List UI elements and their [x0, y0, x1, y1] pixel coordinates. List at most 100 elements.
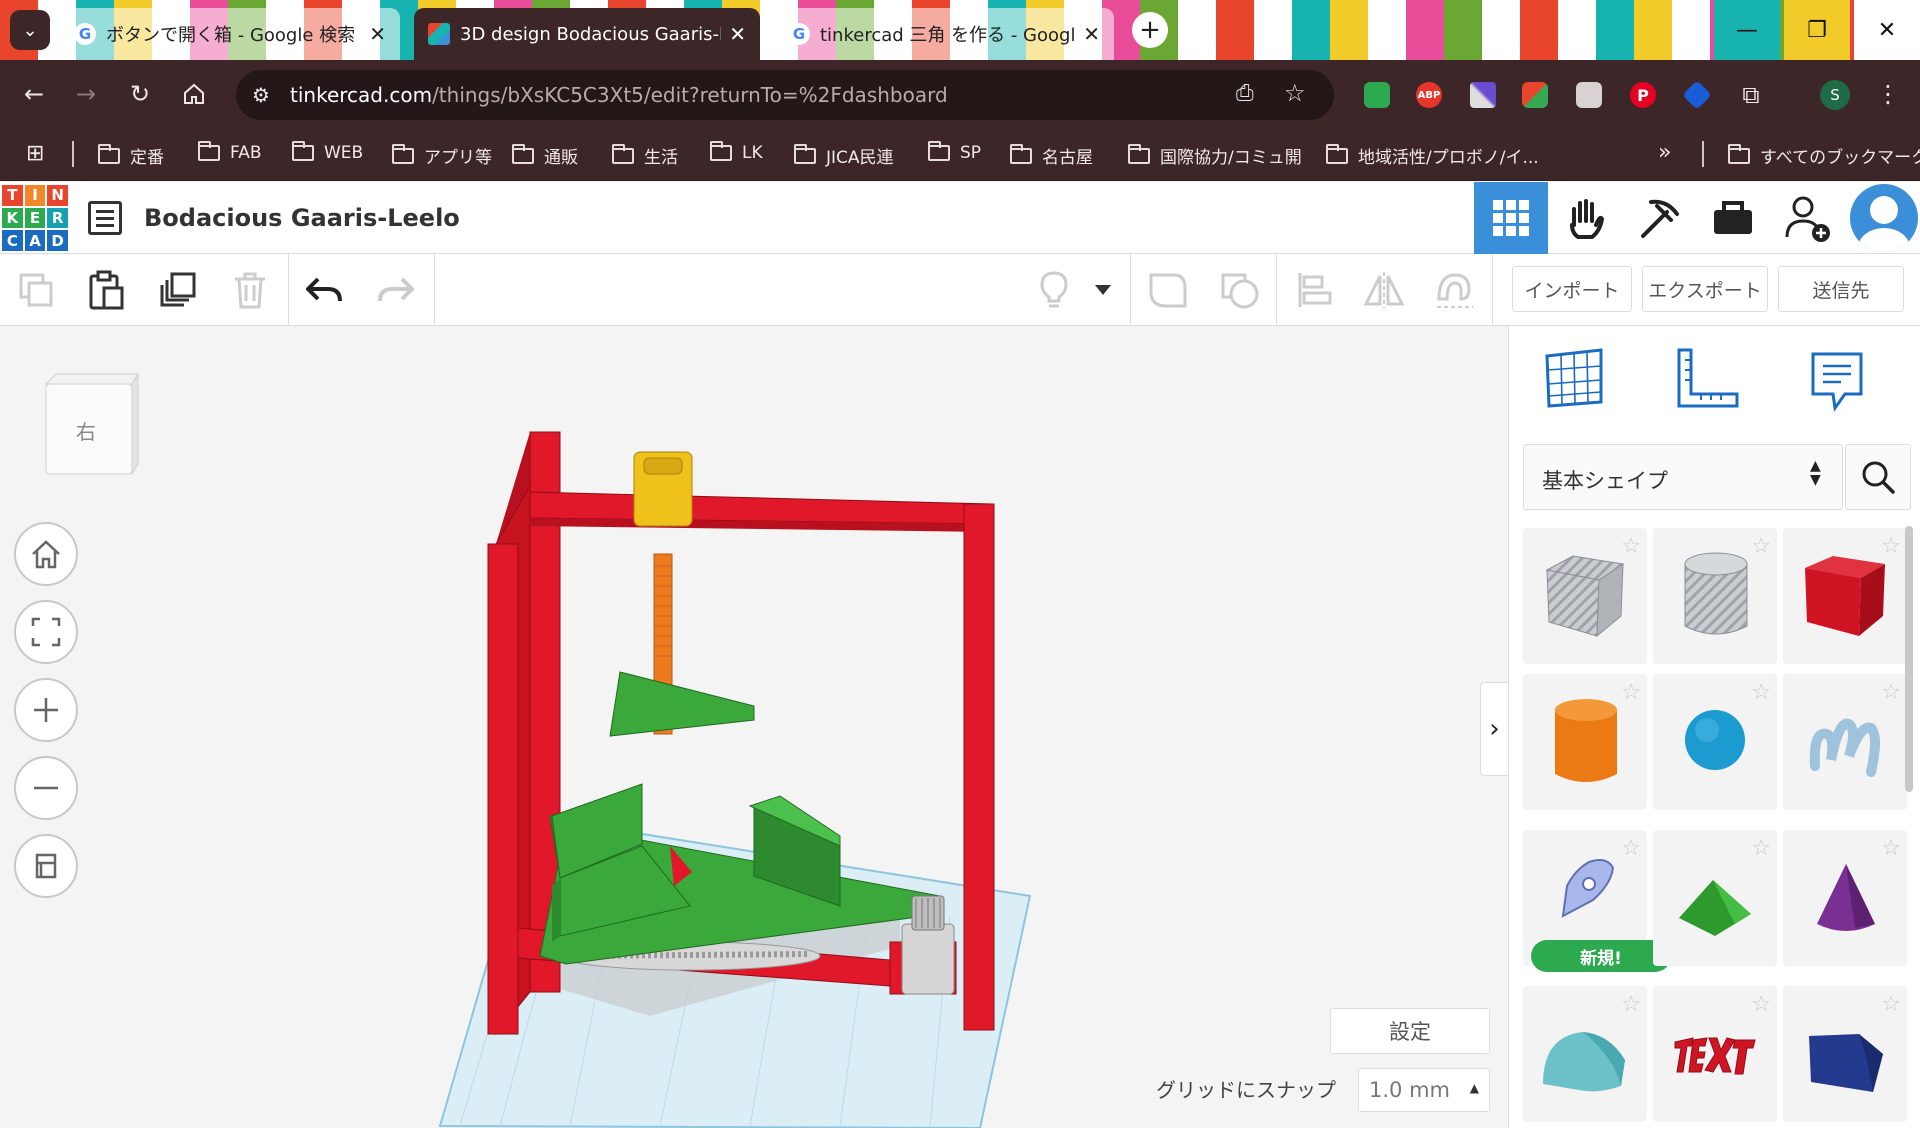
tinkercad-logo[interactable]: T I N K E R C A D	[2, 185, 68, 251]
apps-grid-icon[interactable]: ⊞	[26, 141, 44, 166]
sim-lab-button[interactable]	[1696, 182, 1770, 254]
close-tab-icon[interactable]: ✕	[729, 22, 746, 46]
perspective-toggle-button[interactable]	[14, 834, 78, 898]
panel-scrollbar[interactable]	[1905, 526, 1913, 792]
bookmark-item[interactable]: 地域活性/プロボノ/イ...	[1326, 143, 1539, 168]
site-info-icon[interactable]: ⚙	[252, 83, 270, 107]
yellow-knob[interactable]	[633, 451, 693, 527]
view-cube[interactable]: 右	[40, 372, 140, 476]
design-list-icon[interactable]	[88, 201, 122, 235]
shape-box-hole[interactable]: ☆	[1523, 528, 1647, 664]
bookmark-item[interactable]: 生活	[612, 143, 678, 168]
profile-avatar[interactable]: S	[1820, 80, 1850, 110]
bookmark-item[interactable]: 名古屋	[1010, 143, 1093, 168]
favorite-star-icon[interactable]: ☆	[1621, 836, 1641, 861]
adblock-extension-icon[interactable]: ABP	[1416, 82, 1442, 108]
shape-box[interactable]: ☆	[1783, 528, 1907, 664]
copy-button[interactable]	[14, 268, 58, 312]
bookmark-star-icon[interactable]: ☆	[1284, 79, 1306, 107]
install-app-icon[interactable]: ⎙	[1236, 81, 1254, 106]
shape-category-select[interactable]: 基本シェイプ ▲ ▼	[1523, 444, 1843, 510]
duplicate-button[interactable]	[156, 268, 200, 312]
bookmark-item[interactable]: LK	[710, 141, 763, 163]
bookmark-item[interactable]: SP	[928, 141, 981, 163]
evernote-extension-icon[interactable]	[1364, 82, 1390, 108]
delete-button[interactable]	[228, 268, 272, 312]
redo-button[interactable]	[374, 268, 418, 312]
design-title[interactable]: Bodacious Gaaris-Leelo	[144, 204, 460, 232]
favorite-star-icon[interactable]: ☆	[1621, 992, 1641, 1017]
restore-button[interactable]: ❐	[1784, 0, 1850, 60]
bookmark-item[interactable]: FAB	[198, 141, 262, 163]
extensions-puzzle-icon[interactable]: ⧉	[1738, 82, 1764, 108]
shape-sphere[interactable]: ☆	[1653, 674, 1777, 810]
shape-cylinder[interactable]: ☆	[1523, 674, 1647, 810]
undo-button[interactable]	[302, 268, 346, 312]
notes-dropdown[interactable]	[1088, 268, 1118, 312]
back-button[interactable]: ←	[14, 74, 54, 114]
printer-extension-icon[interactable]	[1576, 82, 1602, 108]
shape-pen[interactable]: ☆ 新規!	[1523, 830, 1671, 972]
ungroup-button[interactable]	[1218, 268, 1262, 312]
favorite-star-icon[interactable]: ☆	[1621, 680, 1641, 705]
panel-collapse-button[interactable]: ›	[1480, 682, 1508, 776]
ruler-button[interactable]	[1675, 348, 1743, 416]
bookmark-item[interactable]: JICA民連	[794, 143, 894, 168]
favorite-star-icon[interactable]: ☆	[1751, 534, 1771, 559]
minimize-button[interactable]: —	[1714, 0, 1780, 60]
tab-google-search-2[interactable]: G tinkercad 三角 を作る - Google 検索 ✕	[774, 8, 1114, 60]
address-bar[interactable]: ⚙ tinkercad.com/things/bXsKC5C3Xt5/edit?…	[236, 70, 1334, 120]
bookmark-item[interactable]: アプリ等	[392, 143, 492, 168]
mirror-button[interactable]	[1362, 268, 1406, 312]
new-tab-button[interactable]: +	[1132, 12, 1168, 48]
shape-cone[interactable]: ☆	[1783, 830, 1907, 966]
send-to-button[interactable]: 送信先	[1778, 266, 1904, 312]
user-avatar[interactable]	[1850, 184, 1918, 252]
bricks-button[interactable]	[1622, 182, 1696, 254]
notes-button[interactable]	[1032, 268, 1076, 312]
group-button[interactable]	[1146, 268, 1190, 312]
invite-user-button[interactable]	[1770, 182, 1844, 254]
shape-text[interactable]: ☆	[1653, 986, 1777, 1122]
shape-polygon[interactable]: ☆	[1783, 986, 1907, 1122]
3d-view-button[interactable]	[1474, 182, 1548, 254]
all-bookmarks-item[interactable]: すべてのブックマーク	[1728, 143, 1920, 168]
eyedropper-extension-icon[interactable]	[1470, 82, 1496, 108]
notes-panel-button[interactable]	[1809, 350, 1869, 414]
3d-workplane-viewport[interactable]: 右 › 設定 グリッドにスナップ 1.0 mm ▲	[0, 326, 1508, 1128]
tab-search-button[interactable]: ⌄	[10, 10, 50, 50]
shape-scribble[interactable]: ☆	[1783, 674, 1907, 810]
favorite-star-icon[interactable]: ☆	[1751, 992, 1771, 1017]
favorite-star-icon[interactable]: ☆	[1881, 680, 1901, 705]
reload-button[interactable]: ↻	[120, 74, 160, 114]
favorite-star-icon[interactable]: ☆	[1751, 836, 1771, 861]
settings-button[interactable]: 設定	[1330, 1008, 1490, 1054]
tag-extension-icon[interactable]	[1682, 80, 1712, 110]
import-button[interactable]: インポート	[1512, 266, 1632, 312]
close-window-button[interactable]: ✕	[1854, 0, 1920, 60]
browser-menu-button[interactable]: ⋮	[1868, 74, 1908, 114]
favorite-star-icon[interactable]: ☆	[1881, 836, 1901, 861]
cruise-button[interactable]	[1432, 268, 1476, 312]
workplane-button[interactable]	[1541, 344, 1609, 412]
shape-search-button[interactable]	[1845, 444, 1911, 510]
zoom-in-button[interactable]	[14, 678, 78, 742]
forward-button[interactable]: →	[66, 74, 106, 114]
shape-roof[interactable]: ☆	[1653, 830, 1777, 966]
fit-view-button[interactable]	[14, 600, 78, 664]
pinterest-extension-icon[interactable]: P	[1630, 82, 1656, 108]
more-bookmarks-icon[interactable]: »	[1658, 140, 1671, 165]
align-button[interactable]	[1292, 268, 1336, 312]
bookmark-item[interactable]: 定番	[98, 143, 164, 168]
bookmark-item[interactable]: WEB	[292, 141, 363, 163]
bookmark-item[interactable]: 通販	[512, 143, 578, 168]
home-view-button[interactable]	[14, 522, 78, 586]
tab-tinkercad[interactable]: 3D design Bodacious Gaaris-Leelo ✕	[414, 8, 760, 60]
close-tab-icon[interactable]: ✕	[369, 22, 386, 46]
favorite-star-icon[interactable]: ☆	[1751, 680, 1771, 705]
shape-cylinder-hole[interactable]: ☆	[1653, 528, 1777, 664]
close-tab-icon[interactable]: ✕	[1083, 22, 1100, 46]
snap-grid-select[interactable]: 1.0 mm ▲	[1358, 1068, 1490, 1112]
export-button[interactable]: エクスポート	[1642, 266, 1768, 312]
upper-green-triangle[interactable]	[609, 671, 755, 737]
